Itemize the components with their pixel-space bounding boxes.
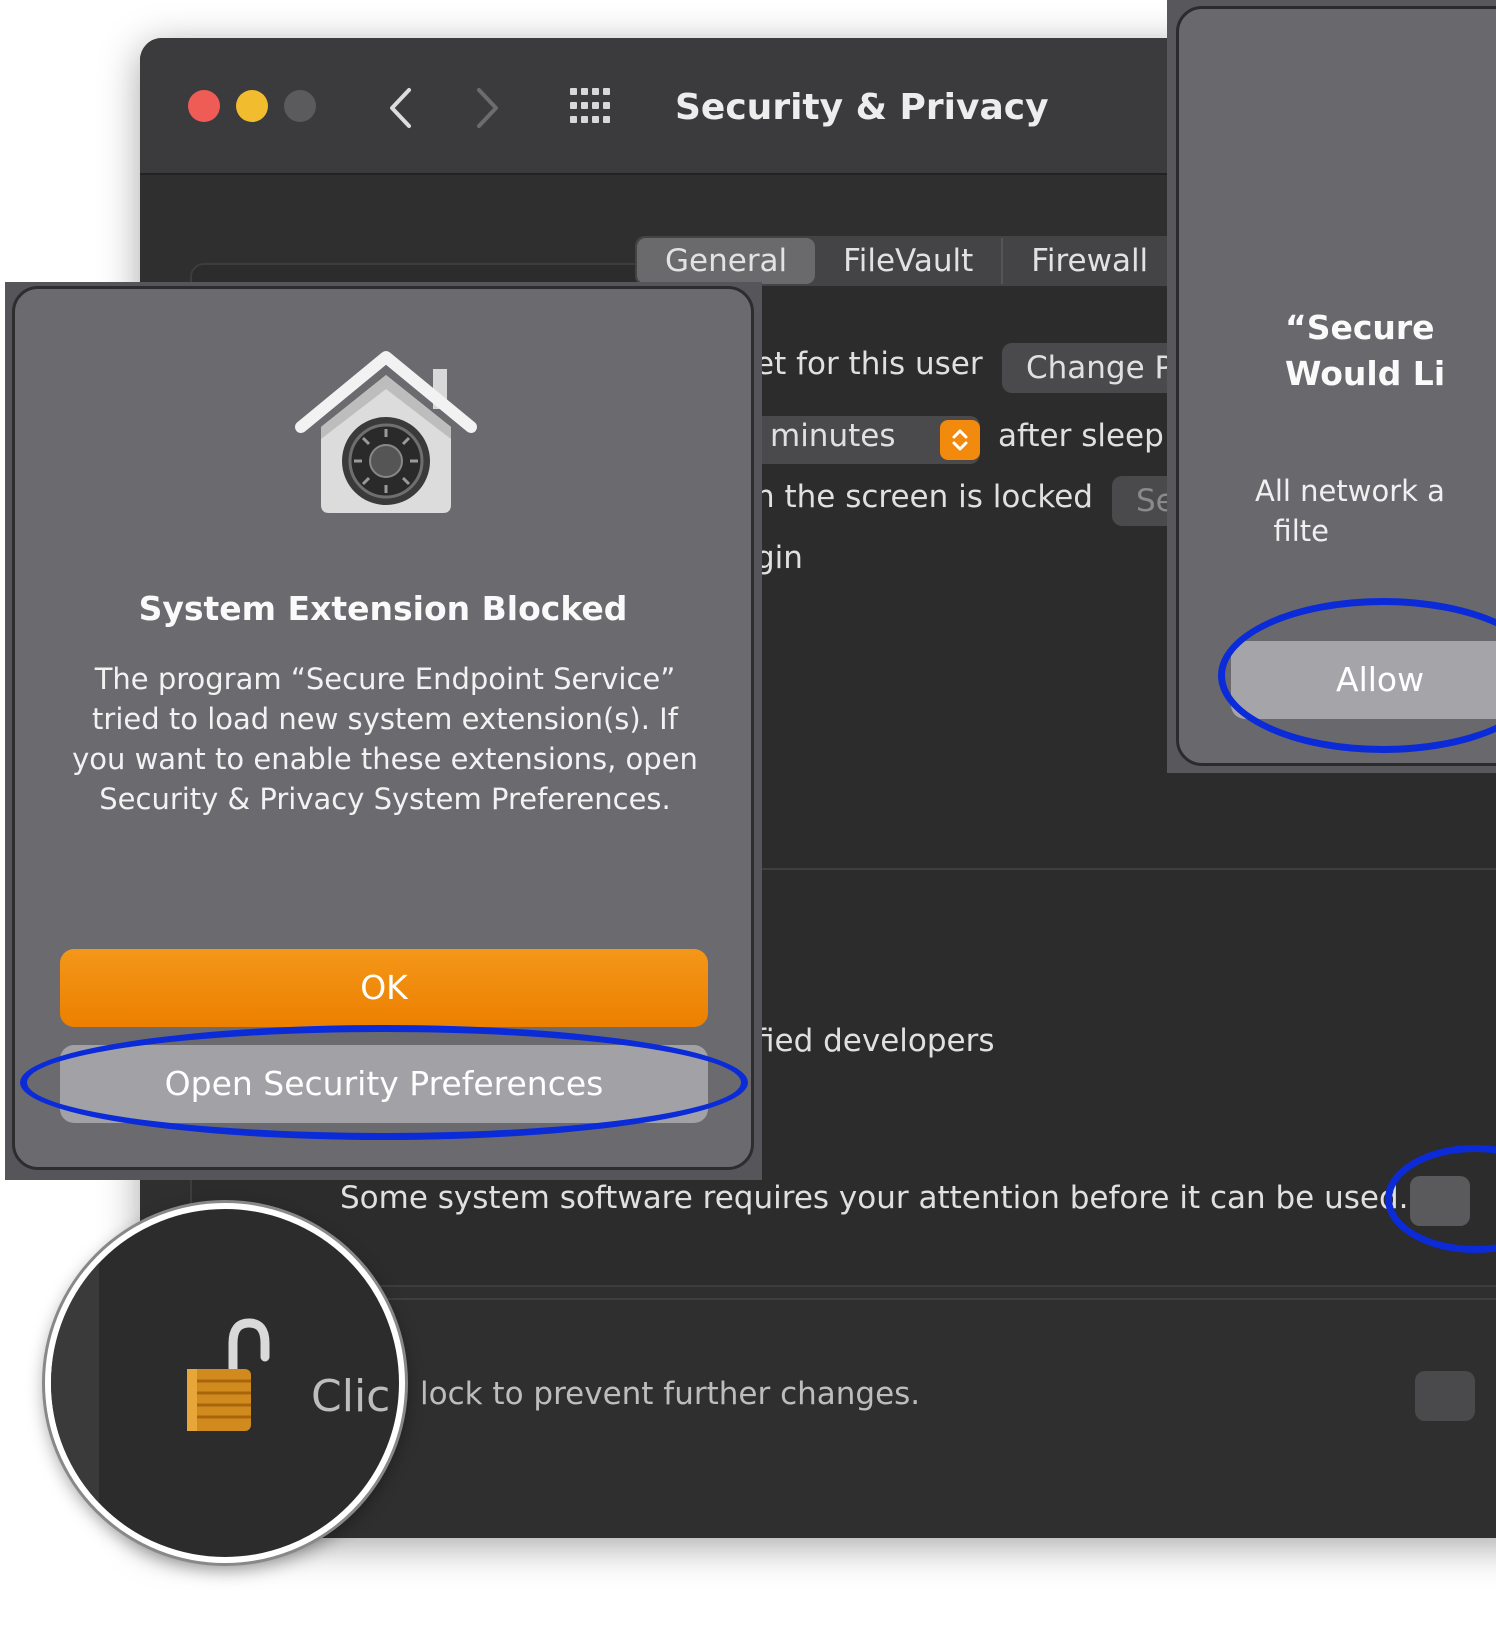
ok-button[interactable]: OK (60, 949, 708, 1027)
window-title: Security & Privacy (675, 87, 1049, 128)
zoom-button[interactable] (284, 90, 316, 122)
alert-title: System Extension Blocked (138, 589, 628, 628)
filevault-house-icon (293, 349, 479, 523)
padlock-open-icon[interactable] (181, 1317, 271, 1441)
tab-general[interactable]: General (637, 238, 816, 284)
chevron-right-icon (477, 88, 498, 128)
grid-icon (570, 88, 610, 123)
chevron-left-icon (390, 88, 411, 128)
screen-locked-text: n the screen is locked (755, 479, 1093, 515)
lock-message-magnified: Clic (311, 1371, 391, 1422)
close-button[interactable] (188, 90, 220, 122)
network-dialog-message: All network a filte (1255, 474, 1445, 548)
back-button[interactable] (380, 78, 420, 138)
lock-magnifier: Clic (45, 1203, 405, 1563)
tab-filevault[interactable]: FileVault (815, 238, 1004, 284)
minimize-button[interactable] (236, 90, 268, 122)
stepper-icon[interactable] (940, 420, 980, 460)
show-all-button[interactable] (568, 86, 614, 130)
after-sleep-text: after sleep (998, 418, 1164, 454)
forward-button[interactable] (468, 78, 508, 138)
lock-message: lock to prevent further changes. (420, 1376, 921, 1412)
open-prefs-highlight (20, 1025, 748, 1140)
identified-developers-text: fied developers (755, 1023, 995, 1059)
advanced-button[interactable] (1415, 1371, 1475, 1421)
network-dialog-title: “Secure Would Li (1285, 308, 1446, 393)
tab-firewall[interactable]: Firewall (1003, 238, 1179, 284)
password-row-text: et for this user (755, 346, 983, 382)
attention-message: Some system software requires your atten… (340, 1180, 1409, 1216)
minutes-value: minutes (770, 418, 896, 454)
tab-bar: General FileVault Firewall P (635, 236, 1255, 286)
login-row-text: gin (755, 540, 803, 576)
alert-message: The program “Secure Endpoint Service” tr… (72, 662, 698, 816)
magnifier-window-edge (51, 1209, 99, 1557)
section-divider (760, 868, 1496, 870)
